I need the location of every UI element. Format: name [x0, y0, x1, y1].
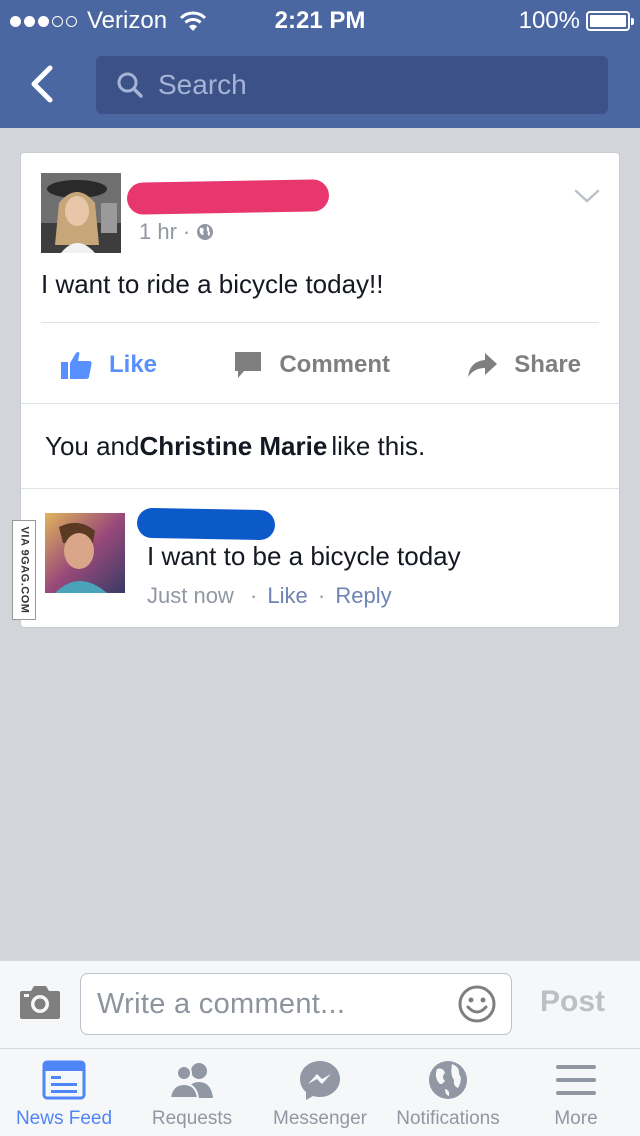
post-text: I want to ride a bicycle today!! [41, 269, 384, 299]
share-label: Share [514, 351, 581, 378]
battery-info: 100% [518, 7, 634, 35]
comment-like-link[interactable]: Like [267, 583, 307, 608]
search-placeholder: Search [158, 69, 247, 100]
hamburger-menu-icon [556, 1065, 596, 1095]
emoji-button[interactable] [457, 984, 497, 1029]
tab-requests[interactable]: Requests [128, 1049, 256, 1136]
chevron-down-icon [574, 189, 600, 203]
comment-reply-link[interactable]: Reply [335, 583, 391, 608]
comment-meta-separator: · [249, 583, 258, 608]
tab-notifications[interactable]: Notifications [384, 1049, 512, 1136]
comment-label: Comment [279, 351, 390, 378]
divider [41, 322, 599, 323]
search-icon [116, 71, 144, 99]
share-button[interactable]: Share [446, 351, 599, 379]
likes-suffix: like this. [331, 430, 426, 461]
news-feed-icon [42, 1060, 86, 1100]
tab-label-requests: Requests [151, 1108, 233, 1129]
comment-time: Just now [147, 583, 234, 608]
like-label: Like [109, 351, 158, 378]
tab-news-feed[interactable]: News Feed [0, 1049, 128, 1136]
comment-button[interactable]: Comment [213, 350, 408, 380]
comment-meta: Just now · Like · Reply [147, 583, 392, 609]
camera-button[interactable] [18, 983, 62, 1026]
tab-label-more: More [554, 1108, 598, 1129]
meta-separator: · [182, 219, 191, 244]
post-options-button[interactable] [573, 187, 601, 210]
back-button[interactable] [22, 62, 66, 106]
likes-prefix: You and [45, 430, 140, 461]
messenger-icon [300, 1061, 340, 1100]
tab-label-notifications: Notifications [396, 1108, 500, 1129]
battery-icon [586, 11, 634, 31]
tab-label-messenger: Messenger [273, 1108, 367, 1129]
smiley-icon [458, 985, 496, 1023]
status-bar: Verizon 2:21 PM 100% [0, 0, 640, 40]
search-input[interactable]: Search [96, 56, 608, 114]
commenter-avatar[interactable] [45, 513, 125, 593]
tab-more[interactable]: More [512, 1049, 640, 1136]
tab-messenger[interactable]: Messenger [256, 1049, 384, 1136]
globe-icon [197, 224, 214, 240]
comment-input[interactable]: Write a comment... [80, 973, 512, 1035]
liker-name[interactable]: Christine Marie [139, 431, 327, 462]
tab-label-news-feed: News Feed [15, 1108, 113, 1129]
author-avatar[interactable] [41, 173, 121, 253]
share-arrow-icon [468, 353, 498, 377]
watermark-text: VIA 9GAG.COM [18, 526, 31, 614]
camera-icon [20, 986, 60, 1019]
comment-composer: Write a comment... Post [0, 960, 640, 1049]
post-actions: Like Comment Share [41, 325, 599, 405]
like-button[interactable]: Like [41, 350, 175, 380]
battery-percent: 100% [518, 7, 580, 34]
redacted-author-name [126, 179, 330, 215]
thumbs-up-icon [61, 352, 92, 379]
likes-summary[interactable]: You and Christine Marie like this. [21, 403, 619, 489]
post-time[interactable]: 1 hr [139, 219, 177, 245]
comment-text: I want to be a bicycle today [147, 541, 461, 571]
chevron-left-icon [31, 65, 53, 103]
post-card: 1 hr · I want to ride a bicycle today!! … [20, 152, 620, 628]
post-meta: 1 hr · [139, 219, 214, 245]
top-header: Verizon 2:21 PM 100% Search [0, 0, 640, 128]
bottom-tab-bar: News Feed Requests Messenger Notificatio… [0, 1048, 640, 1136]
post-button[interactable]: Post [540, 985, 605, 1019]
watermark: VIA 9GAG.COM [12, 520, 36, 620]
globe-notifications-icon [429, 1061, 467, 1099]
comment-placeholder: Write a comment... [97, 988, 346, 1020]
comment-bubble-icon [235, 352, 262, 378]
friend-requests-icon [168, 1063, 213, 1099]
comment-meta-separator-2: · [317, 583, 326, 608]
redacted-commenter-name [136, 507, 276, 541]
